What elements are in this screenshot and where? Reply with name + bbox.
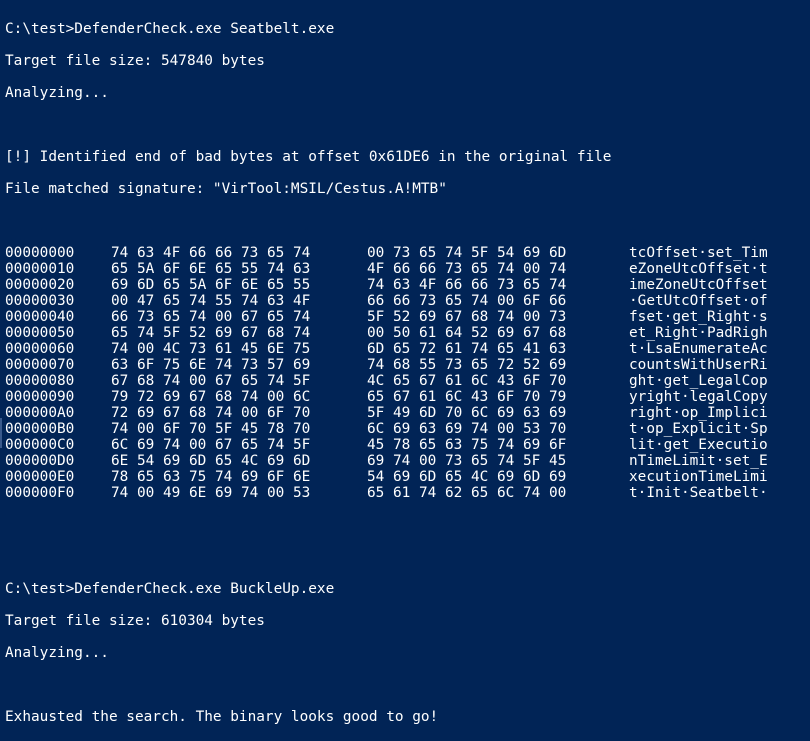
signature-line: File matched signature: "VirTool:MSIL/Ce… [5,181,447,197]
result-line: Exhausted the search. The binary looks g… [5,709,439,725]
hexdump-ascii: ght·get_LegalCop [629,373,768,389]
analyzing-line-1: Analyzing... [5,85,109,101]
hexdump-offset: 000000C0 [5,437,75,453]
command-line-2: C:\test>DefenderCheck.exe BuckleUp.exe [5,581,335,597]
hexdump-hex-group-1: 6E 54 69 6D 65 4C 69 6D [111,453,311,469]
hexdump-hex-group-1: 65 5A 6F 6E 65 55 74 63 [111,261,311,277]
hexdump-hex-group-2: 66 66 73 65 74 00 6F 66 [367,293,567,309]
hexdump-offset: 00000020 [5,277,75,293]
hexdump-ascii: t·Init·Seatbelt· [629,485,768,501]
hexdump-offset: 00000090 [5,389,75,405]
hexdump-hex-group-1: 72 69 67 68 74 00 6F 70 [111,405,311,421]
hexdump-row: 000000B0 74 00 6F 70 5F 45 78 70 6C 69 63 … [5,421,805,437]
hexdump-row: 00000080 67 68 74 00 67 65 74 5F 4C 65 67 … [5,373,805,389]
hexdump-ascii: et_Right·PadRigh [629,325,768,341]
hexdump-hex-group-2: 00 50 61 64 52 69 67 68 [367,325,567,341]
hexdump-hex-group-2: 6C 69 63 69 74 00 53 70 [367,421,567,437]
hexdump-offset: 000000D0 [5,453,75,469]
window-edge-marker [0,418,2,448]
hexdump-hex-group-2: 5F 49 6D 70 6C 69 63 69 [367,405,567,421]
hexdump-hex-group-1: 74 00 4C 73 61 45 6E 75 [111,341,311,357]
hexdump-offset: 00000080 [5,373,75,389]
hexdump: 00000000 74 63 4F 66 66 73 65 74 00 73 65 … [5,245,805,501]
hexdump-hex-group-2: 6D 65 72 61 74 65 41 63 [367,341,567,357]
hexdump-hex-group-1: 74 00 6F 70 5F 45 78 70 [111,421,311,437]
command-line-1: C:\test>DefenderCheck.exe Seatbelt.exe [5,21,335,37]
hexdump-row: 000000A0 72 69 67 68 74 00 6F 70 5F 49 6D … [5,405,805,421]
hexdump-row: 00000050 65 74 5F 52 69 67 68 74 00 50 61 … [5,325,805,341]
hexdump-hex-group-1: 67 68 74 00 67 65 74 5F [111,373,311,389]
hexdump-hex-group-1: 6C 69 74 00 67 65 74 5F [111,437,311,453]
hexdump-offset: 00000000 [5,245,75,261]
hexdump-row: 00000030 00 47 65 74 55 74 63 4F 66 66 73 … [5,293,805,309]
hexdump-offset: 000000A0 [5,405,75,421]
hexdump-offset: 00000040 [5,309,75,325]
hexdump-ascii: imeZoneUtcOffset [629,277,768,293]
hexdump-ascii: countsWithUserRi [629,357,768,373]
hexdump-ascii: eZoneUtcOffset·t [629,261,768,277]
hexdump-ascii: fset·get_Right·s [629,309,768,325]
hexdump-offset: 00000060 [5,341,75,357]
hexdump-hex-group-1: 63 6F 75 6E 74 73 57 69 [111,357,311,373]
hexdump-hex-group-2: 45 78 65 63 75 74 69 6F [367,437,567,453]
hexdump-offset: 00000050 [5,325,75,341]
hexdump-hex-group-2: 69 74 00 73 65 74 5F 45 [367,453,567,469]
hexdump-hex-group-2: 4F 66 66 73 65 74 00 74 [367,261,567,277]
hexdump-ascii: nTimeLimit·set_E [629,453,768,469]
hexdump-hex-group-1: 79 72 69 67 68 74 00 6C [111,389,311,405]
hexdump-row: 000000E0 78 65 63 75 74 69 6F 6E 54 69 6D … [5,469,805,485]
hexdump-hex-group-2: 54 69 6D 65 4C 69 6D 69 [367,469,567,485]
target-size-line-2: Target file size: 610304 bytes [5,613,265,629]
hexdump-hex-group-2: 65 61 74 62 65 6C 74 00 [367,485,567,501]
hexdump-hex-group-2: 65 67 61 6C 43 6F 70 79 [367,389,567,405]
hexdump-ascii: right·op_Implici [629,405,768,421]
hexdump-hex-group-1: 74 00 49 6E 69 74 00 53 [111,485,311,501]
hexdump-hex-group-1: 65 74 5F 52 69 67 68 74 [111,325,311,341]
hexdump-offset: 00000010 [5,261,75,277]
hexdump-hex-group-1: 74 63 4F 66 66 73 65 74 [111,245,311,261]
hexdump-hex-group-1: 66 73 65 74 00 67 65 74 [111,309,311,325]
hexdump-ascii: lit·get_Executio [629,437,768,453]
hexdump-ascii: ·GetUtcOffset·of [629,293,768,309]
hexdump-offset: 000000E0 [5,469,75,485]
hexdump-ascii: yright·legalCopy [629,389,768,405]
hexdump-hex-group-2: 00 73 65 74 5F 54 69 6D [367,245,567,261]
hexdump-hex-group-2: 4C 65 67 61 6C 43 6F 70 [367,373,567,389]
hexdump-row: 00000000 74 63 4F 66 66 73 65 74 00 73 65 … [5,245,805,261]
hexdump-ascii: xecutionTimeLimi [629,469,768,485]
hexdump-row: 00000060 74 00 4C 73 61 45 6E 75 6D 65 72 … [5,341,805,357]
hexdump-row: 00000070 63 6F 75 6E 74 73 57 69 74 68 55 … [5,357,805,373]
hexdump-hex-group-2: 74 68 55 73 65 72 52 69 [367,357,567,373]
hexdump-row: 00000090 79 72 69 67 68 74 00 6C 65 67 61 … [5,389,805,405]
hexdump-row: 00000040 66 73 65 74 00 67 65 74 5F 52 69 … [5,309,805,325]
hexdump-hex-group-2: 5F 52 69 67 68 74 00 73 [367,309,567,325]
identified-line: [!] Identified end of bad bytes at offse… [5,149,612,165]
hexdump-offset: 000000F0 [5,485,75,501]
hexdump-offset: 00000030 [5,293,75,309]
hexdump-hex-group-1: 78 65 63 75 74 69 6F 6E [111,469,311,485]
hexdump-row: 000000F0 74 00 49 6E 69 74 00 53 65 61 74 … [5,485,805,501]
hexdump-ascii: tcOffset·set_Tim [629,245,768,261]
hexdump-row: 000000C0 6C 69 74 00 67 65 74 5F 45 78 65 … [5,437,805,453]
hexdump-ascii: t·LsaEnumerateAc [629,341,768,357]
hexdump-hex-group-2: 74 63 4F 66 66 73 65 74 [367,277,567,293]
hexdump-hex-group-1: 69 6D 65 5A 6F 6E 65 55 [111,277,311,293]
hexdump-offset: 000000B0 [5,421,75,437]
hexdump-row: 00000020 69 6D 65 5A 6F 6E 65 55 74 63 4F … [5,277,805,293]
hexdump-offset: 00000070 [5,357,75,373]
hexdump-hex-group-1: 00 47 65 74 55 74 63 4F [111,293,311,309]
target-size-line-1: Target file size: 547840 bytes [5,53,265,69]
hexdump-row: 000000D0 6E 54 69 6D 65 4C 69 6D 69 74 00 … [5,453,805,469]
analyzing-line-2: Analyzing... [5,645,109,661]
hexdump-row: 00000010 65 5A 6F 6E 65 55 74 63 4F 66 66 … [5,261,805,277]
hexdump-ascii: t·op_Explicit·Sp [629,421,768,437]
console-output[interactable]: C:\test>DefenderCheck.exe Seatbelt.exe T… [5,5,805,725]
